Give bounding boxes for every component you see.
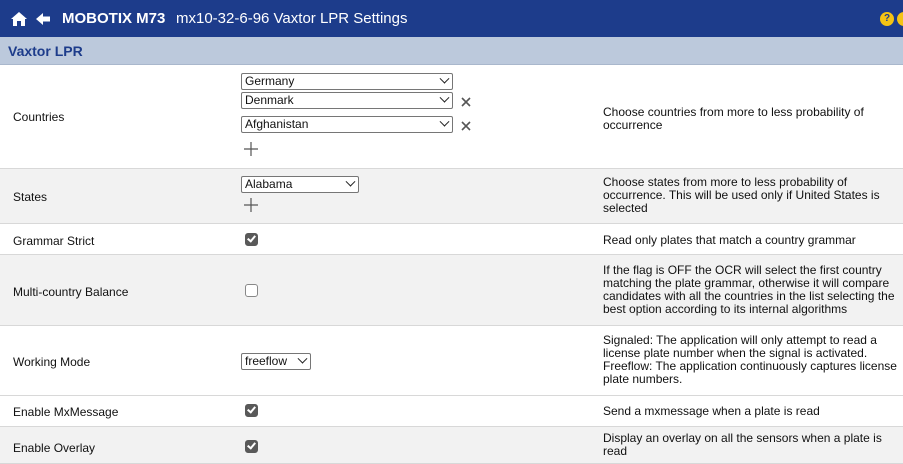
multi-country-description: If the flag is OFF the OCR will select t… — [603, 263, 895, 316]
remove-country-3-icon[interactable] — [460, 120, 472, 132]
overlay-label: Enable Overlay — [13, 441, 96, 455]
country-select-3[interactable]: Afghanistan — [241, 116, 453, 133]
section-header: Vaxtor LPR — [0, 37, 903, 65]
chevron-down-icon — [345, 176, 356, 187]
back-arrow-icon[interactable] — [35, 11, 51, 27]
overlay-checkbox[interactable] — [245, 440, 258, 453]
top-bar: MOBOTIX M73 mx10-32-6-96 Vaxtor LPR Sett… — [0, 0, 903, 37]
states-description: Choose states from more to less probabil… — [603, 175, 880, 215]
chevron-down-icon — [439, 116, 450, 127]
country-select-3-value: Afghanistan — [245, 117, 309, 131]
countries-label: Countries — [13, 110, 65, 124]
remove-country-2-icon[interactable] — [460, 96, 472, 108]
multi-country-checkbox[interactable] — [245, 284, 258, 297]
country-select-1[interactable]: Germany — [241, 73, 453, 90]
app-title: MOBOTIX M73 — [62, 10, 166, 27]
checkmark-icon — [247, 440, 256, 450]
grammar-strict-description: Read only plates that match a country gr… — [603, 233, 856, 247]
mxmessage-row: Enable MxMessage Send a mxmessage when a… — [0, 396, 903, 427]
multi-country-label: Multi-country Balance — [13, 285, 129, 299]
mxmessage-description: Send a mxmessage when a plate is read — [603, 404, 820, 418]
question-icon[interactable]: ? — [880, 12, 894, 26]
add-country-icon[interactable] — [243, 141, 259, 157]
country-select-2-value: Denmark — [245, 93, 294, 107]
grammar-strict-row: Grammar Strict Read only plates that mat… — [0, 224, 903, 255]
working-mode-value: freeflow — [245, 354, 288, 368]
countries-row: Countries Germany Denmark Afghanistan Ch… — [0, 65, 903, 169]
overlay-row: Enable Overlay Display an overlay on all… — [0, 427, 903, 464]
section-title: Vaxtor LPR — [8, 43, 83, 59]
info-icon[interactable] — [897, 12, 903, 26]
mxmessage-label: Enable MxMessage — [13, 405, 119, 419]
chevron-down-icon — [439, 73, 450, 84]
states-label: States — [13, 190, 48, 204]
chevron-down-icon — [439, 92, 450, 103]
countries-description: Choose countries from more to less proba… — [603, 105, 864, 132]
mxmessage-checkbox[interactable] — [245, 404, 258, 417]
grammar-strict-checkbox[interactable] — [245, 233, 258, 246]
country-select-2[interactable]: Denmark — [241, 92, 453, 109]
states-row: States Alabama Choose states from more t… — [0, 169, 903, 224]
state-select[interactable]: Alabama — [241, 176, 359, 193]
chevron-down-icon — [297, 353, 308, 364]
working-mode-label: Working Mode — [13, 355, 91, 369]
working-mode-row: Working Mode freeflow Signaled: The appl… — [0, 326, 903, 396]
add-state-icon[interactable] — [243, 197, 259, 213]
checkmark-icon — [247, 233, 256, 243]
page-title: mx10-32-6-96 Vaxtor LPR Settings — [176, 10, 408, 27]
state-select-value: Alabama — [245, 177, 293, 191]
overlay-description: Display an overlay on all the sensors wh… — [603, 431, 882, 458]
multi-country-row: Multi-country Balance If the flag is OFF… — [0, 255, 903, 326]
grammar-strict-label: Grammar Strict — [13, 234, 95, 248]
working-mode-description: Signaled: The application will only atte… — [603, 333, 897, 386]
working-mode-select[interactable]: freeflow — [241, 353, 311, 370]
checkmark-icon — [247, 404, 256, 414]
home-icon[interactable] — [10, 10, 28, 28]
country-select-1-value: Germany — [245, 74, 295, 88]
